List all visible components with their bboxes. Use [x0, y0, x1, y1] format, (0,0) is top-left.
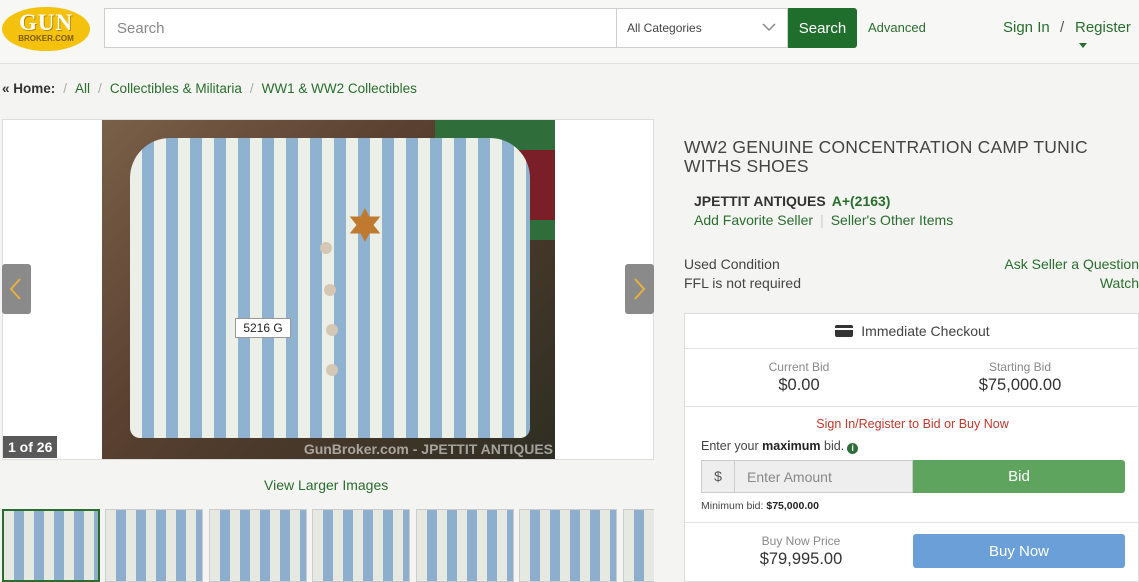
enter-bid-label: Enter your maximum bid. i	[701, 439, 859, 454]
view-larger-images-link[interactable]: View Larger Images	[264, 477, 388, 493]
thumbnail-strip	[2, 509, 654, 582]
category-select[interactable]: All Categories	[617, 8, 788, 48]
logo-subtext: BROKER.COM	[18, 34, 74, 43]
previous-image-button[interactable]	[2, 264, 31, 314]
thumbnail[interactable]	[2, 509, 100, 582]
breadcrumb-divider: /	[249, 81, 254, 96]
main-product-photo[interactable]: 5216 G GunBroker.com - JPETTIT ANTIQUES	[102, 120, 555, 459]
thumbnail[interactable]	[105, 509, 203, 582]
seller-rating[interactable]: A+(2163)	[832, 193, 891, 209]
category-select-value: All Categories	[627, 21, 702, 35]
thumbnail[interactable]	[312, 509, 410, 582]
credit-card-icon	[835, 325, 854, 337]
info-icon[interactable]: i	[847, 443, 859, 454]
next-image-button[interactable]	[625, 264, 654, 314]
breadcrumb-item-ww-collectibles[interactable]: WW1 & WW2 Collectibles	[262, 81, 417, 96]
starting-bid: Starting Bid $75,000.00	[910, 360, 1130, 395]
breadcrumb: « Home: / All / Collectibles & Militaria / WW1…	[2, 81, 417, 96]
tunic-button	[326, 324, 338, 336]
breadcrumb-item-all[interactable]: All	[75, 81, 90, 96]
site-header: GUN BROKER.COM All Categories Search Adv…	[0, 0, 1139, 64]
watch-link[interactable]: Watch	[1100, 275, 1139, 291]
enter-bid-suffix: bid.	[824, 439, 845, 453]
seller-other-items-link[interactable]: Seller's Other Items	[831, 212, 954, 228]
breadcrumb-item-collectibles[interactable]: Collectibles & Militaria	[110, 81, 242, 96]
panel-divider	[685, 522, 1139, 523]
gunbroker-logo[interactable]: GUN BROKER.COM	[2, 7, 90, 51]
ffl-requirement: FFL is not required	[684, 275, 801, 291]
minimum-bid-value: $75,000.00	[766, 500, 819, 512]
current-bid-label: Current Bid	[768, 360, 830, 374]
link-divider: |	[820, 212, 824, 228]
buy-now-price: Buy Now Price $79,995.00	[701, 534, 901, 569]
register-label: Register	[1075, 19, 1131, 36]
seller-info: JPETTIT ANTIQUES A+(2163)	[694, 193, 890, 209]
enter-bid-emphasis: maximum	[762, 439, 821, 453]
buy-now-price-label: Buy Now Price	[761, 534, 841, 548]
breadcrumb-divider: /	[63, 81, 68, 96]
immediate-checkout-label: Immediate Checkout	[861, 323, 990, 339]
inventory-tag: 5216 G	[235, 318, 291, 338]
breadcrumb-home[interactable]: « Home:	[2, 81, 55, 96]
image-counter: 1 of 26	[3, 436, 58, 458]
thumbnail[interactable]	[519, 509, 617, 582]
tunic-button	[326, 364, 338, 376]
minimum-bid-label: Minimum bid:	[701, 500, 764, 512]
search-input[interactable]	[104, 8, 617, 48]
image-gallery: 5216 G GunBroker.com - JPETTIT ANTIQUES …	[2, 119, 654, 460]
buy-now-button[interactable]: Buy Now	[913, 534, 1125, 568]
add-favorite-seller-link[interactable]: Add Favorite Seller	[694, 212, 813, 228]
ask-seller-link[interactable]: Ask Seller a Question	[1004, 256, 1139, 272]
bid-summary: Current Bid $0.00 Starting Bid $75,000.0…	[685, 349, 1139, 407]
starting-bid-label: Starting Bid	[988, 360, 1052, 374]
register-link[interactable]: Register	[1075, 19, 1139, 53]
minimum-bid: Minimum bid: $75,000.00	[701, 500, 819, 512]
item-condition: Used Condition	[684, 256, 780, 272]
seller-links: Add Favorite Seller | Seller's Other Items	[694, 212, 953, 228]
immediate-checkout-row: Immediate Checkout	[685, 314, 1139, 349]
header-separator: /	[1060, 19, 1065, 36]
current-bid-value: $0.00	[778, 376, 820, 394]
chevron-right-icon	[634, 278, 646, 300]
tunic-button	[320, 242, 332, 254]
condition-value: Used	[684, 256, 717, 272]
breadcrumb-divider: /	[98, 81, 102, 96]
search-button[interactable]: Search	[788, 8, 857, 48]
currency-prefix: $	[701, 460, 735, 493]
starting-bid-value: $75,000.00	[978, 376, 1062, 394]
thumbnail[interactable]	[623, 509, 654, 582]
purchase-panel: Immediate Checkout Current Bid $0.00 Sta…	[684, 313, 1139, 582]
signin-to-bid-link[interactable]: Sign In/Register to Bid or Buy Now	[685, 417, 1139, 431]
bid-button[interactable]: Bid	[913, 460, 1125, 493]
advanced-search-link[interactable]: Advanced	[868, 20, 926, 35]
caret-down-icon	[1079, 42, 1087, 48]
thumbnail[interactable]	[416, 509, 514, 582]
listing-title: WW2 GENUINE CONCENTRATION CAMP TUNIC WIT…	[684, 137, 1088, 176]
current-bid: Current Bid $0.00	[689, 360, 909, 395]
tunic-button	[324, 284, 336, 296]
thumbnail[interactable]	[209, 509, 307, 582]
chevron-down-icon	[762, 23, 776, 32]
condition-label: Condition	[720, 256, 780, 272]
enter-bid-prefix: Enter your	[701, 439, 759, 453]
photo-watermark: GunBroker.com - JPETTIT ANTIQUES	[303, 441, 553, 457]
bid-amount-input[interactable]	[735, 460, 913, 493]
chevron-left-icon	[9, 278, 21, 300]
buy-now-price-value: $79,995.00	[759, 550, 843, 568]
logo-text: GUN	[18, 10, 74, 35]
seller-name[interactable]: JPETTIT ANTIQUES	[694, 193, 826, 209]
sign-in-link[interactable]: Sign In	[1003, 19, 1050, 36]
